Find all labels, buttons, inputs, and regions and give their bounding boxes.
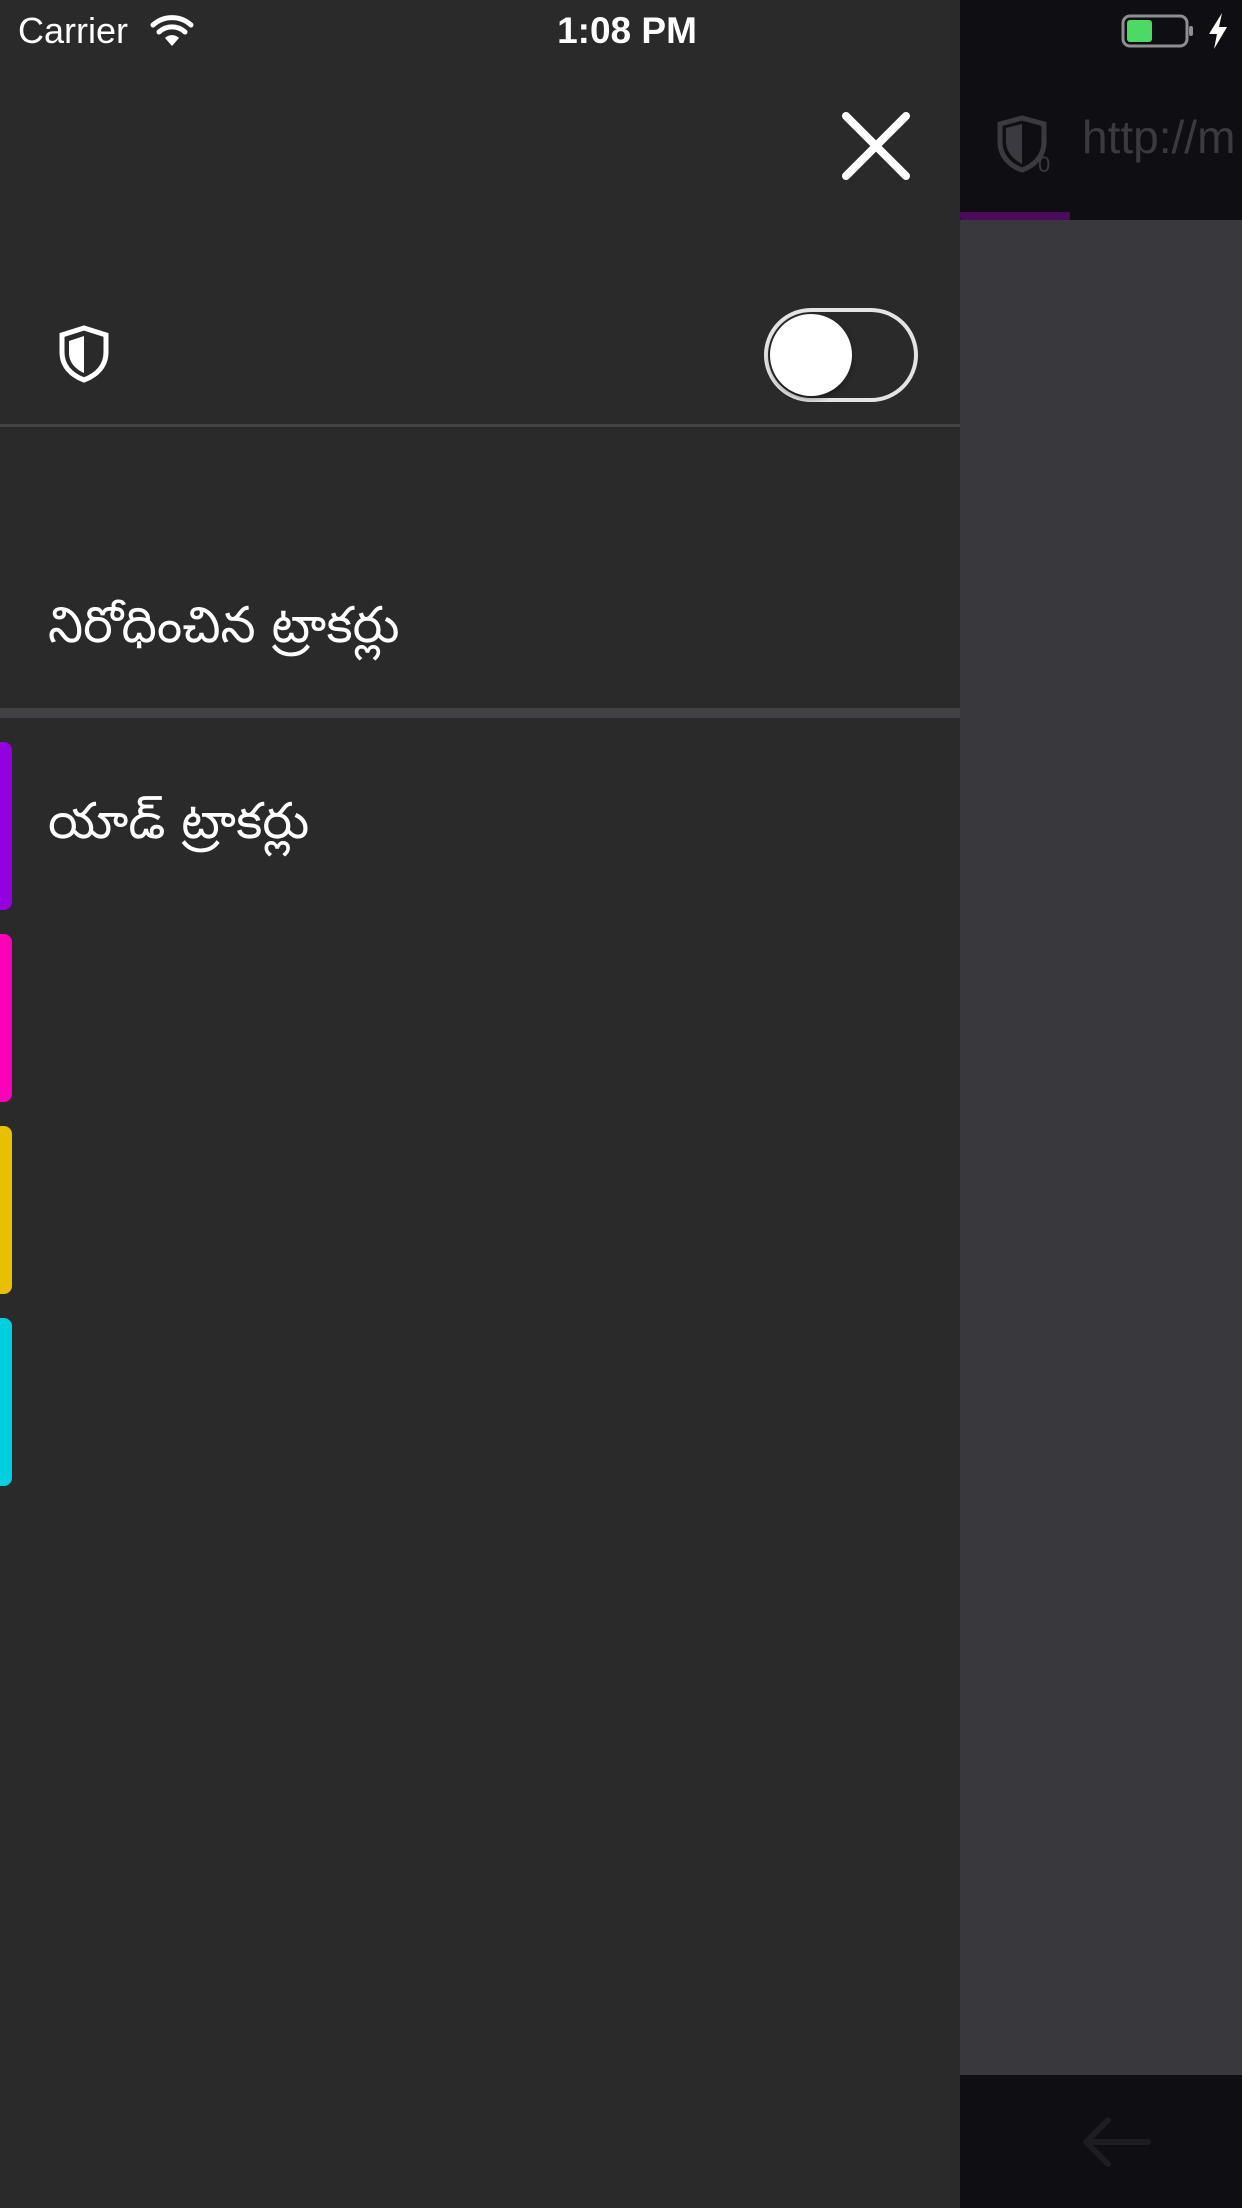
tracking-protection-icon[interactable]: 0 (994, 114, 1054, 174)
clock: 1:08 PM (557, 10, 697, 51)
back-arrow-icon[interactable] (1078, 2112, 1152, 2172)
tracking-protection-panel: నిరోధించిన ట్రాకర్లు యాడ్ ట్రాకర్లు (0, 0, 960, 2208)
tracker-color-bar (0, 1318, 12, 1486)
tracker-category-2[interactable] (0, 934, 960, 1102)
tracker-category-ads[interactable]: యాడ్ ట్రాకర్లు (0, 742, 960, 910)
status-bar: Carrier 1:08 PM (0, 0, 1242, 62)
battery-icon (1121, 14, 1193, 48)
url-bar-text[interactable]: http://m (1082, 110, 1235, 164)
tracking-protection-toggle-row (0, 272, 960, 427)
toggle-knob (770, 314, 852, 396)
blocked-trackers-title: నిరోధించిన ట్రాకర్లు (48, 596, 400, 654)
close-icon[interactable] (836, 106, 916, 186)
tracker-color-bar (0, 1126, 12, 1294)
tracker-label: యాడ్ ట్రాకర్లు (48, 792, 310, 850)
tracker-color-bar (0, 934, 12, 1102)
section-divider (0, 708, 960, 718)
tracking-protection-toggle[interactable] (764, 308, 918, 402)
shield-icon (59, 325, 109, 383)
charging-bolt-icon (1209, 13, 1227, 49)
tracker-category-3[interactable] (0, 1126, 960, 1294)
svg-text:0: 0 (1038, 152, 1050, 174)
tracker-color-bar (0, 742, 12, 910)
tracker-category-4[interactable] (0, 1318, 960, 1486)
